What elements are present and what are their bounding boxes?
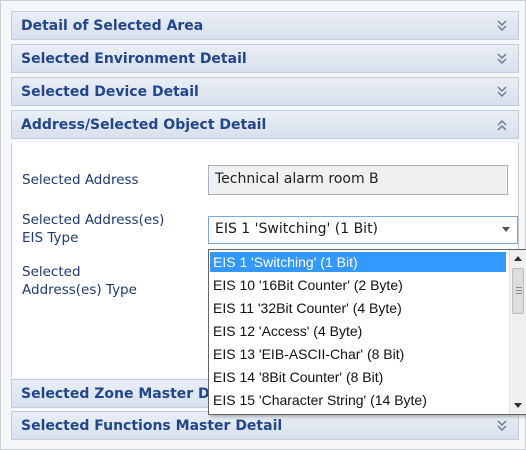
eis-type-label-line2: EIS Type <box>22 230 79 246</box>
scrollbar-thumb[interactable] <box>512 268 524 314</box>
address-type-label-line2: Address(es) Type <box>22 282 137 298</box>
scroll-up-arrow-icon[interactable] <box>514 256 522 261</box>
panel-title: Selected Functions Master Detail <box>21 417 283 434</box>
chevron-double-down-icon <box>497 420 507 431</box>
panel-header-selected-area[interactable]: Detail of Selected Area <box>11 11 519 40</box>
panel-title: Selected Device Detail <box>21 83 199 100</box>
dropdown-option[interactable]: EIS 15 'Character String' (14 Byte) <box>210 390 506 410</box>
eis-type-dropdown-list[interactable]: EIS 1 'Switching' (1 Bit) EIS 10 '16Bit … <box>208 249 526 415</box>
selected-address-field[interactable]: Technical alarm room B <box>208 165 508 195</box>
scroll-down-arrow-icon[interactable] <box>514 403 522 408</box>
chevron-double-down-icon <box>497 53 507 64</box>
eis-type-value: EIS 1 'Switching' (1 Bit) <box>215 221 379 237</box>
panel-header-device[interactable]: Selected Device Detail <box>11 77 519 106</box>
dropdown-option[interactable]: EIS 1 'Switching' (1 Bit) <box>210 252 506 272</box>
chevron-double-up-icon <box>497 119 507 130</box>
address-type-label-line1: Selected <box>22 264 81 280</box>
dropdown-option[interactable]: EIS 14 '8Bit Counter' (8 Bit) <box>210 367 506 387</box>
panel-header-functions-master[interactable]: Selected Functions Master Detail <box>11 411 519 440</box>
selected-address-label: Selected Address <box>22 172 139 188</box>
chevron-double-down-icon <box>497 86 507 97</box>
chevron-down-icon[interactable] <box>502 227 510 232</box>
dropdown-scrollbar[interactable] <box>509 250 526 414</box>
dropdown-option[interactable]: EIS 12 'Access' (4 Byte) <box>210 321 506 341</box>
panel-title: Address/Selected Object Detail <box>21 116 267 133</box>
eis-type-combobox[interactable]: EIS 1 'Switching' (1 Bit) <box>208 216 518 244</box>
panel-title: Selected Environment Detail <box>21 50 247 67</box>
dropdown-option[interactable]: EIS 13 'EIB-ASCII-Char' (8 Bit) <box>210 344 506 364</box>
panel-title: Detail of Selected Area <box>21 17 204 34</box>
dropdown-option[interactable]: EIS 11 '32Bit Counter' (4 Byte) <box>210 298 506 318</box>
eis-type-label-line1: Selected Address(es) <box>22 212 165 228</box>
chevron-double-down-icon <box>497 20 507 31</box>
panel-header-address-object[interactable]: Address/Selected Object Detail <box>11 110 519 139</box>
dropdown-option[interactable]: EIS 10 '16Bit Counter' (2 Byte) <box>210 275 506 295</box>
panel-header-environment[interactable]: Selected Environment Detail <box>11 44 519 73</box>
